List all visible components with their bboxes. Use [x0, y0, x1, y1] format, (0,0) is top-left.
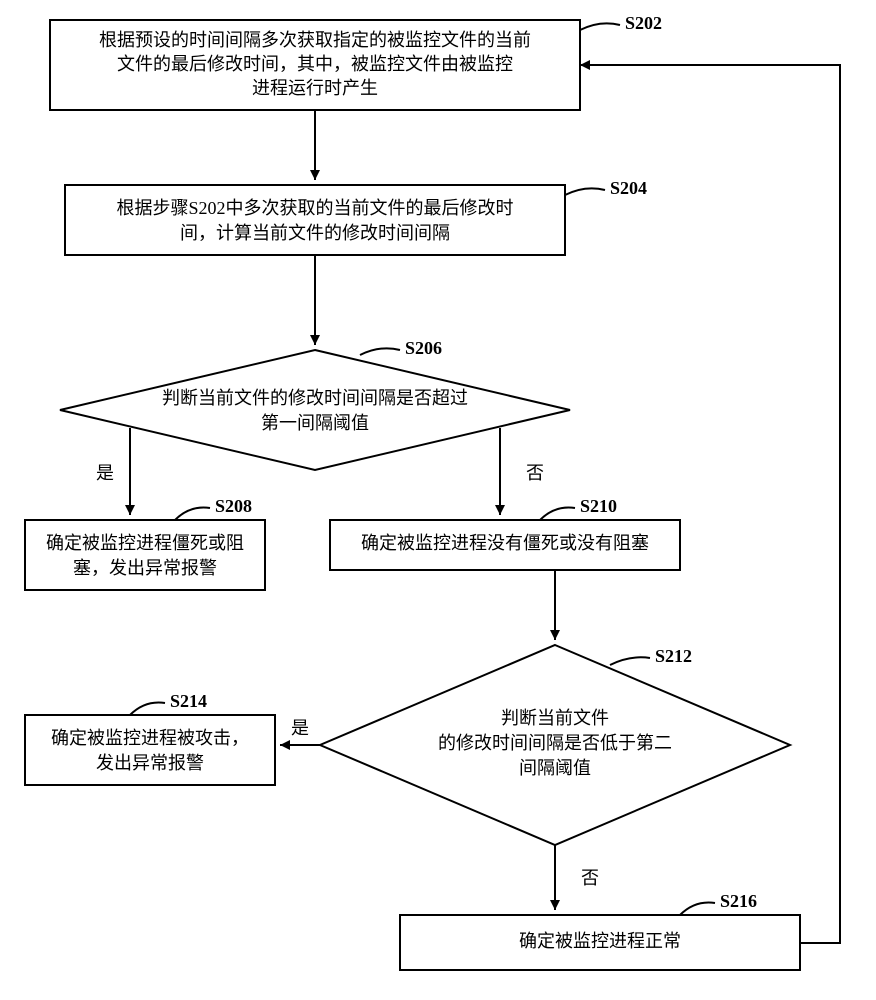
- branch-no-s206: 否: [526, 463, 544, 483]
- label-s210: S210: [580, 496, 617, 516]
- s208-line1: 确定被监控进程僵死或阻: [46, 533, 244, 553]
- s206-line2: 第一间隔阈值: [261, 413, 369, 433]
- s202-line2: 文件的最后修改时间，其中，被监控文件由被监控: [117, 54, 513, 74]
- branch-yes-s206: 是: [96, 463, 114, 483]
- label-s202: S202: [625, 13, 662, 33]
- s204-line2: 间，计算当前文件的修改时间间隔: [180, 223, 450, 243]
- s212-line3: 间隔阈值: [519, 758, 591, 778]
- label-s216: S216: [720, 891, 757, 911]
- leader-s216: [680, 903, 715, 916]
- label-s206: S206: [405, 338, 442, 358]
- branch-no-s212: 否: [581, 868, 599, 888]
- s208-line2: 塞，发出异常报警: [73, 558, 217, 578]
- leader-s214: [130, 703, 165, 716]
- node-s206: [60, 350, 570, 470]
- label-s214: S214: [170, 691, 207, 711]
- node-s204: [65, 185, 565, 255]
- node-s208: [25, 520, 265, 590]
- leader-s208: [175, 508, 210, 521]
- leader-s202: [580, 23, 620, 30]
- leader-s206: [360, 348, 400, 355]
- s202-line3: 进程运行时产生: [252, 78, 378, 98]
- s202-line1: 根据预设的时间间隔多次获取指定的被监控文件的当前: [99, 30, 531, 50]
- s212-line2: 的修改时间间隔是否低于第二: [438, 733, 672, 753]
- label-s204: S204: [610, 178, 647, 198]
- s204-line1: 根据步骤S202中多次获取的当前文件的最后修改时: [116, 198, 513, 218]
- leader-s204: [565, 188, 605, 195]
- label-s212: S212: [655, 646, 692, 666]
- s212-line1: 判断当前文件: [501, 708, 609, 728]
- s206-line1: 判断当前文件的修改时间间隔是否超过: [162, 388, 468, 408]
- branch-yes-s212: 是: [291, 718, 309, 738]
- s216-line1: 确定被监控进程正常: [519, 931, 681, 951]
- label-s208: S208: [215, 496, 252, 516]
- s210-line1: 确定被监控进程没有僵死或没有阻塞: [361, 533, 649, 553]
- leader-s212: [610, 657, 650, 665]
- s214-line2: 发出异常报警: [96, 753, 204, 773]
- flowchart-diagram: 根据预设的时间间隔多次获取指定的被监控文件的当前 文件的最后修改时间，其中，被监…: [0, 0, 876, 1000]
- leader-s210: [540, 508, 575, 521]
- s214-line1: 确定被监控进程被攻击，: [51, 728, 249, 748]
- node-s214: [25, 715, 275, 785]
